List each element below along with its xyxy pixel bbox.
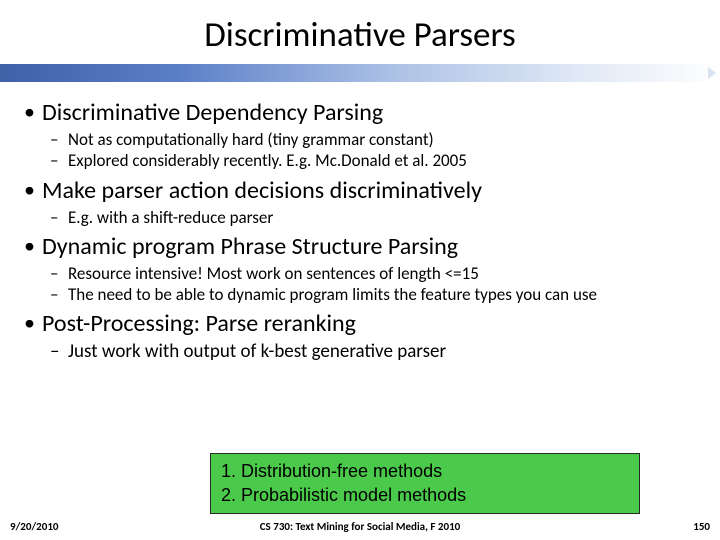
footer: 9/20/2010 CS 730: Text Mining for Social… — [0, 520, 720, 538]
bullet-4a: Just work with output of k-best generati… — [22, 340, 698, 364]
bullet-2a: E.g. with a shift-reduce parser — [22, 207, 698, 228]
bullet-4: Post-Processing: Parse reranking — [22, 309, 698, 338]
footer-page: 150 — [693, 520, 710, 533]
bullet-3b: The need to be able to dynamic program l… — [22, 284, 698, 305]
footer-course: CS 730: Text Mining for Social Media, F … — [0, 520, 720, 533]
bullet-2: Make parser action decisions discriminat… — [22, 176, 698, 205]
highlight-box: 1. Distribution-free methods 2. Probabil… — [210, 453, 640, 514]
box-line-2: 2. Probabilistic model methods — [221, 484, 629, 507]
bullet-3a: Resource intensive! Most work on sentenc… — [22, 263, 698, 284]
box-line-1: 1. Distribution-free methods — [221, 460, 629, 483]
slide-title: Discriminative Parsers — [0, 0, 720, 64]
bullet-1b: Explored considerably recently. E.g. Mc.… — [22, 150, 698, 171]
bullet-3: Dynamic program Phrase Structure Parsing — [22, 232, 698, 261]
slide-body: Discriminative Dependency Parsing Not as… — [0, 82, 720, 364]
accent-bar — [0, 64, 720, 82]
bullet-1a: Not as computationally hard (tiny gramma… — [22, 129, 698, 150]
bullet-1: Discriminative Dependency Parsing — [22, 98, 698, 127]
